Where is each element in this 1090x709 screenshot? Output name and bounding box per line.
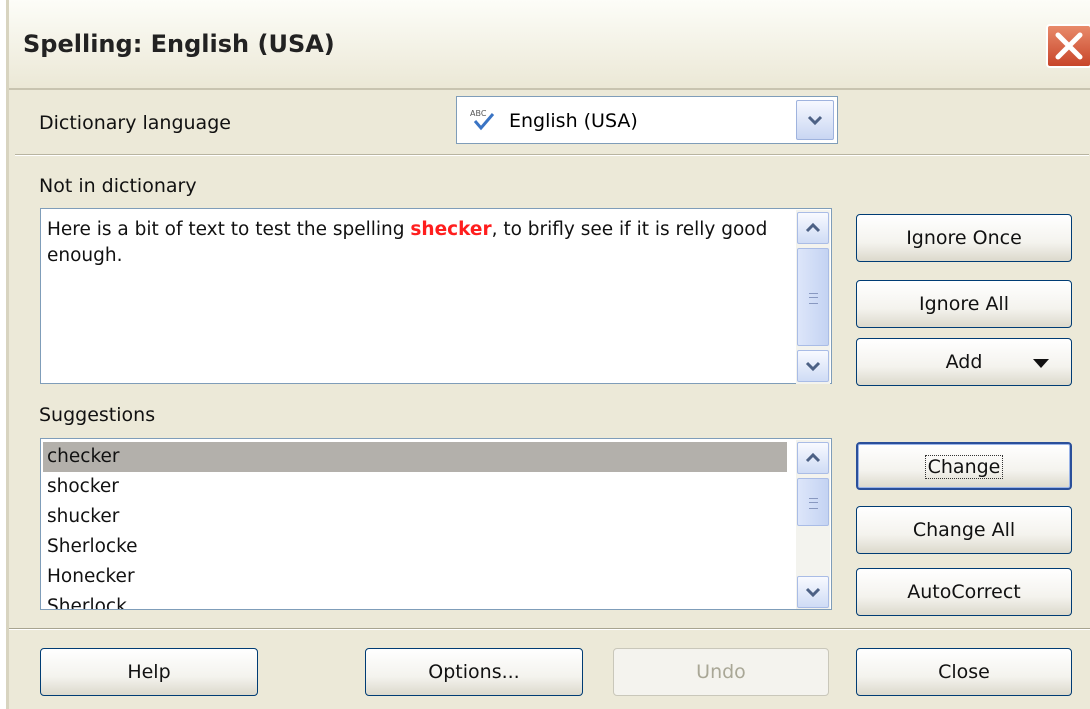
add-button[interactable]: Add xyxy=(856,338,1072,386)
options-button[interactable]: Options... xyxy=(365,648,583,696)
list-item[interactable]: shucker xyxy=(43,502,787,532)
text-before: Here is a bit of text to test the spelli… xyxy=(47,219,411,240)
close-window-button[interactable] xyxy=(1046,24,1090,68)
scroll-thumb[interactable] xyxy=(797,248,829,346)
sentence-text: Here is a bit of text to test the spelli… xyxy=(47,217,777,269)
suggestions-scrollbar[interactable] xyxy=(796,440,830,609)
chevron-down-icon xyxy=(805,587,821,598)
window-title: Spelling: English (USA) xyxy=(23,30,335,58)
not-in-dictionary-textbox[interactable]: Here is a bit of text to test the spelli… xyxy=(40,208,832,384)
change-all-button[interactable]: Change All xyxy=(856,506,1072,554)
list-item[interactable]: shocker xyxy=(43,472,787,502)
suggestions-label: Suggestions xyxy=(39,404,156,426)
separator-top xyxy=(15,154,1089,156)
change-button[interactable]: Change xyxy=(856,442,1072,490)
suggestions-list[interactable]: checker shocker shucker Sherlocke Honeck… xyxy=(40,438,832,610)
scroll-up-button[interactable] xyxy=(797,212,829,244)
title-bar[interactable]: Spelling: English (USA) xyxy=(9,0,1090,90)
scroll-up-button[interactable] xyxy=(797,442,829,474)
help-button[interactable]: Help xyxy=(40,648,258,696)
undo-button[interactable]: Undo xyxy=(613,648,829,696)
add-button-label: Add xyxy=(945,351,983,373)
close-icon xyxy=(1055,32,1083,60)
text-scrollbar[interactable] xyxy=(796,210,830,384)
separator-bottom xyxy=(9,628,1090,630)
dictionary-language-select[interactable]: ABC English (USA) xyxy=(456,96,838,144)
chevron-down-icon xyxy=(807,115,823,126)
chevron-down-icon xyxy=(805,361,821,372)
misspelled-word: shecker xyxy=(410,219,492,240)
dictionary-language-value: English (USA) xyxy=(509,110,638,132)
dropdown-button[interactable] xyxy=(796,100,834,140)
list-item[interactable]: checker xyxy=(43,442,787,472)
chevron-up-icon xyxy=(805,222,821,233)
dictionary-language-label: Dictionary language xyxy=(39,112,231,134)
scroll-down-button[interactable] xyxy=(797,576,829,608)
ignore-all-button[interactable]: Ignore All xyxy=(856,280,1072,328)
spelling-dialog: Spelling: English (USA) Dictionary langu… xyxy=(6,0,1090,709)
close-button[interactable]: Close xyxy=(856,648,1072,696)
ignore-once-button[interactable]: Ignore Once xyxy=(856,214,1072,262)
chevron-up-icon xyxy=(805,452,821,463)
not-in-dictionary-label: Not in dictionary xyxy=(39,175,197,197)
autocorrect-button[interactable]: AutoCorrect xyxy=(856,568,1072,616)
svg-text:ABC: ABC xyxy=(470,109,487,118)
dropdown-triangle-icon xyxy=(1033,359,1049,368)
list-item[interactable]: Honecker xyxy=(43,562,787,592)
list-item[interactable]: Sherlock xyxy=(43,592,787,609)
scroll-thumb[interactable] xyxy=(797,478,829,526)
list-item[interactable]: Sherlocke xyxy=(43,532,787,562)
change-button-label: Change xyxy=(924,455,1004,479)
scroll-down-button[interactable] xyxy=(797,350,829,382)
spellcheck-abc-icon: ABC xyxy=(470,109,495,131)
